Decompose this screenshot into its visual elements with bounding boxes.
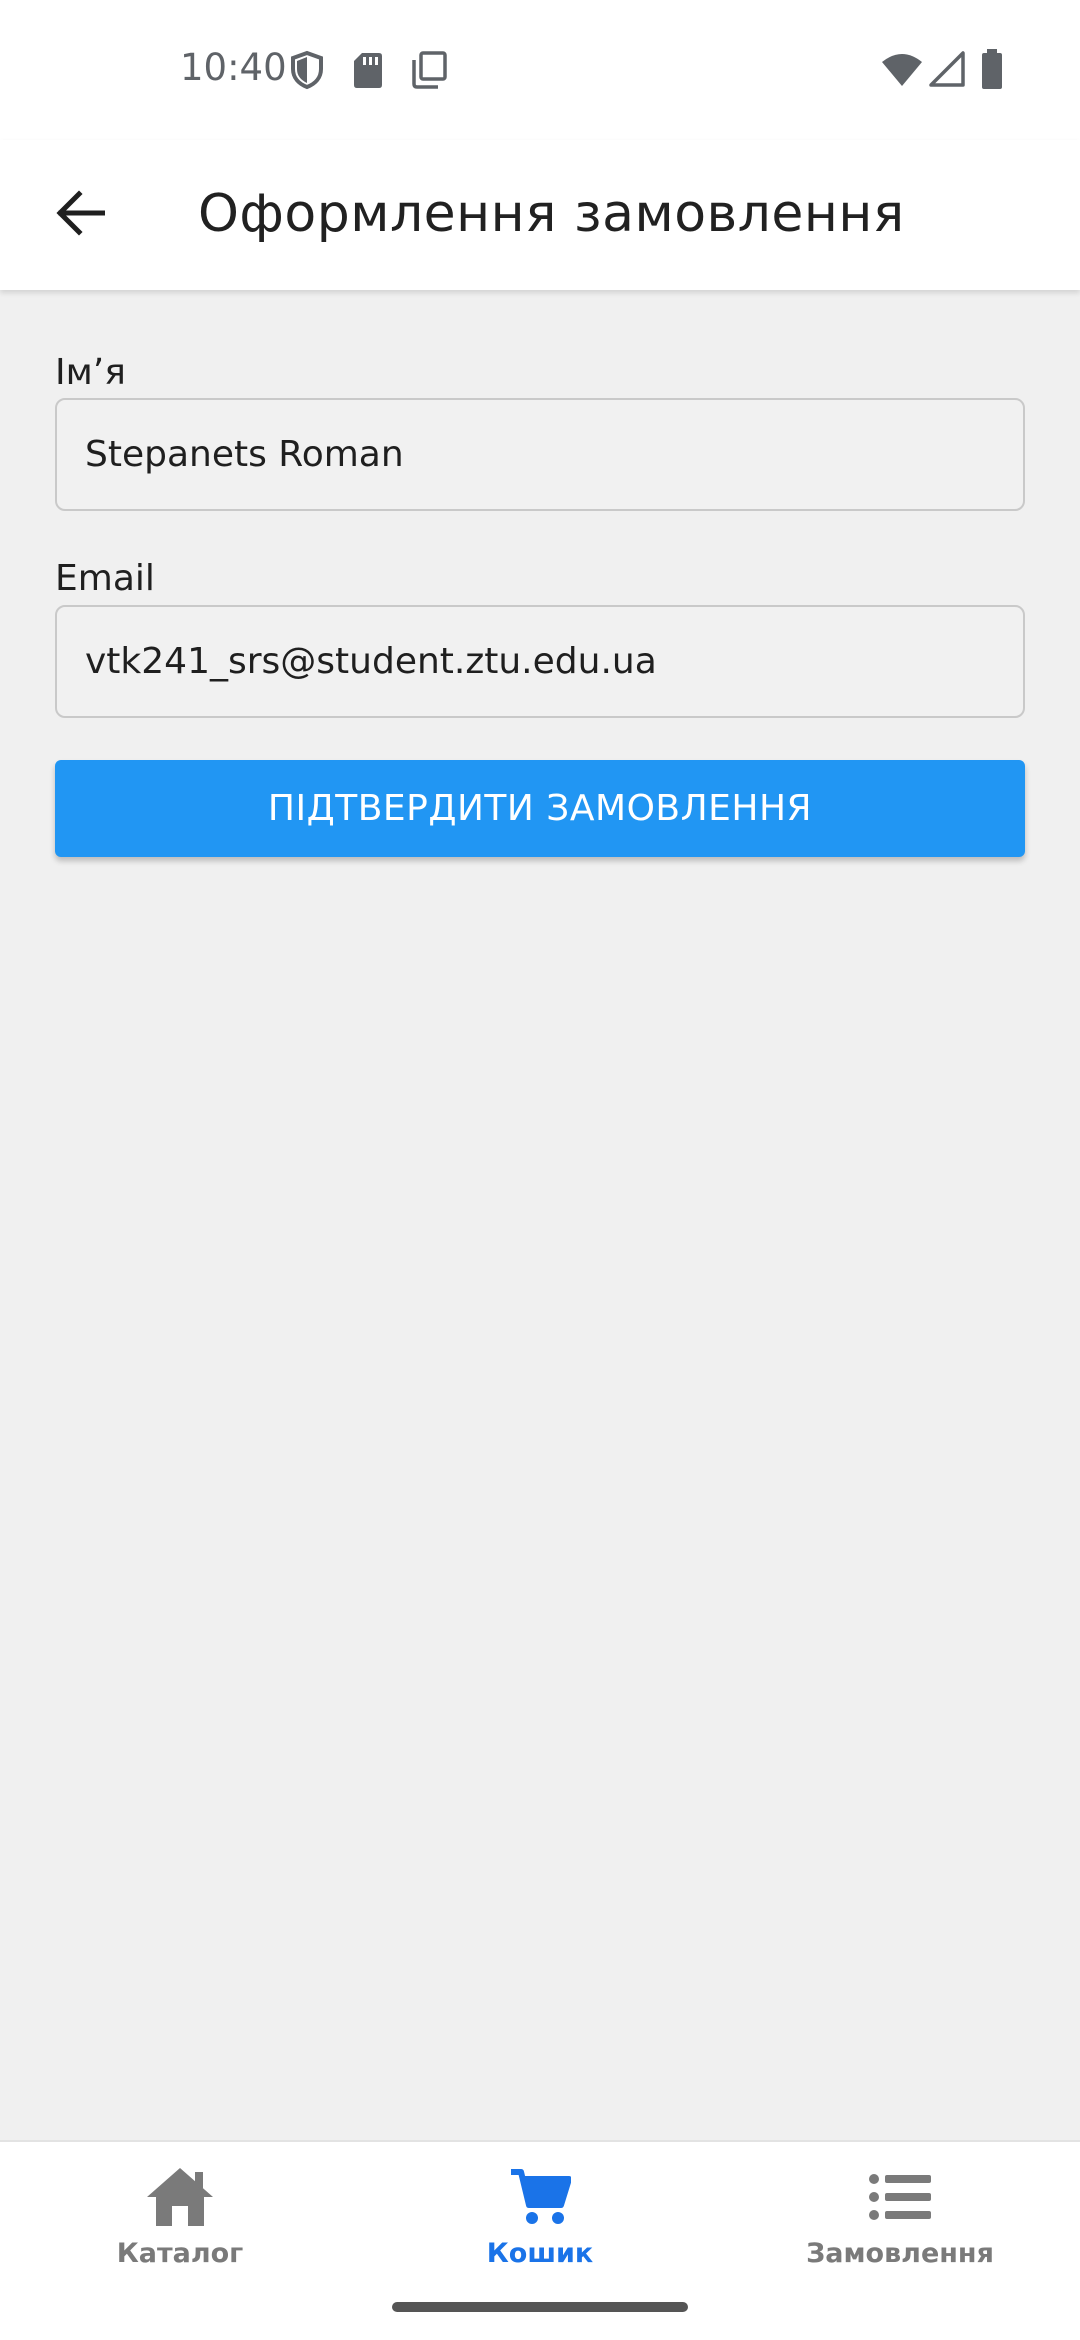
- email-field[interactable]: [55, 605, 1025, 718]
- status-time: 10:40: [180, 46, 287, 89]
- shield-icon: [290, 50, 324, 95]
- bottom-navigation: Каталог Кошик Замовлення: [0, 2140, 1080, 2340]
- nav-item-catalog[interactable]: Каталог: [0, 2142, 360, 2292]
- gesture-home-indicator[interactable]: [392, 2302, 688, 2312]
- name-field[interactable]: [55, 398, 1025, 511]
- battery-icon: [980, 48, 1004, 95]
- nav-label-orders: Замовлення: [806, 2238, 994, 2269]
- checkout-form: Ім’я Email ПІДТВЕРДИТИ ЗАМОВЛЕННЯ: [0, 290, 1080, 2140]
- copy-icon: [410, 50, 448, 95]
- status-bar: 10:40: [0, 0, 1080, 140]
- home-icon: [145, 2166, 215, 2233]
- name-label: Ім’я: [55, 352, 126, 393]
- page-title: Оформлення замовлення: [198, 184, 905, 244]
- sd-card-icon: [352, 50, 384, 95]
- back-button[interactable]: [40, 175, 120, 255]
- cart-icon: [509, 2167, 572, 2232]
- confirm-order-button[interactable]: ПІДТВЕРДИТИ ЗАМОВЛЕННЯ: [55, 760, 1025, 857]
- nav-item-orders[interactable]: Замовлення: [720, 2142, 1080, 2292]
- email-label: Email: [55, 558, 155, 599]
- wifi-icon: [880, 52, 924, 93]
- nav-item-cart[interactable]: Кошик: [360, 2142, 720, 2292]
- signal-icon: [928, 50, 966, 93]
- app-bar: Оформлення замовлення: [0, 140, 1080, 290]
- nav-label-catalog: Каталог: [116, 2238, 244, 2269]
- nav-label-cart: Кошик: [486, 2238, 594, 2269]
- arrow-back-icon: [55, 189, 106, 241]
- list-icon: [869, 2173, 931, 2226]
